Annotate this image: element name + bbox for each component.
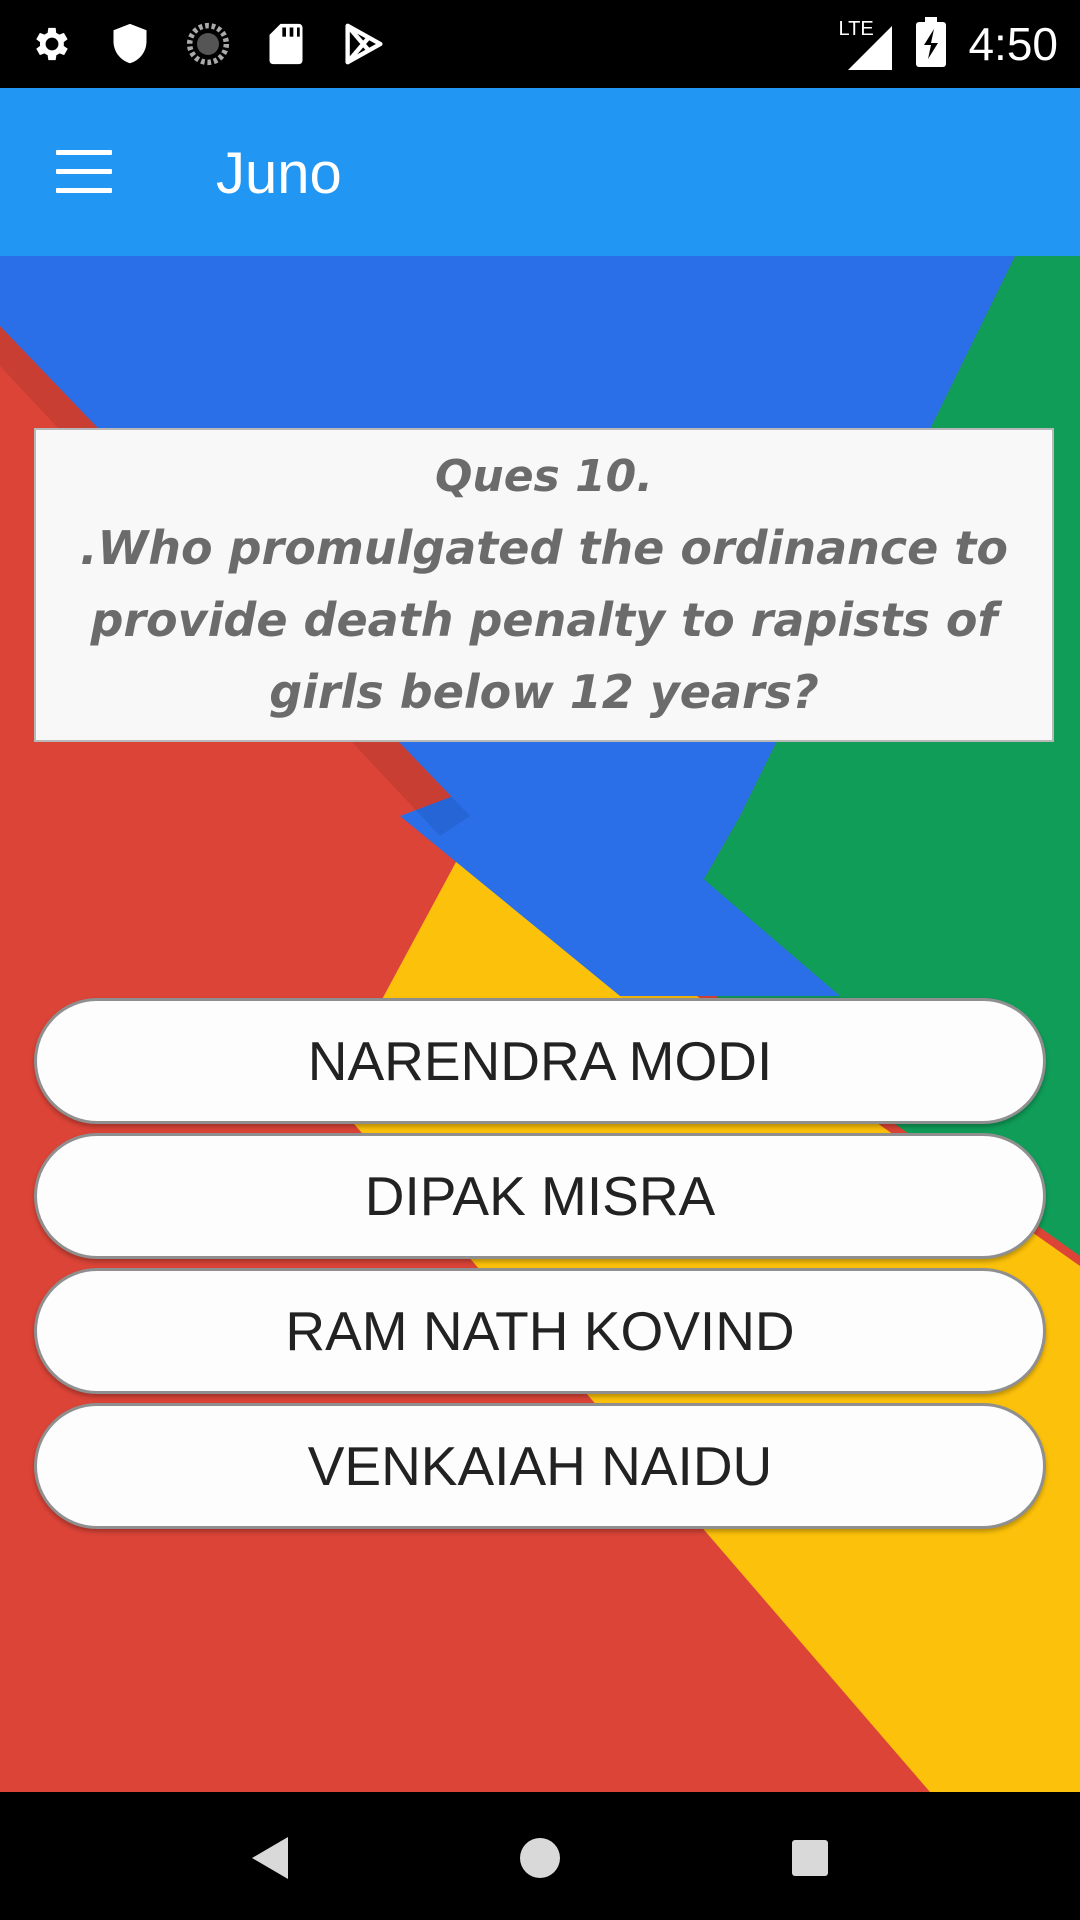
sync-icon: [186, 22, 230, 66]
option-button-3[interactable]: RAM NATH KOVIND: [34, 1268, 1046, 1394]
option-button-1[interactable]: NARENDRA MODI: [34, 998, 1046, 1124]
recents-icon[interactable]: [778, 1826, 842, 1890]
quiz-screen: Ques 10. .Who promulgated the ordinance …: [0, 256, 1080, 1792]
settings-icon: [30, 22, 74, 66]
question-text: .Who promulgated the ordinance to provid…: [80, 521, 1008, 719]
question-card: Ques 10. .Who promulgated the ordinance …: [34, 428, 1054, 742]
app-title: Juno: [216, 141, 342, 206]
status-bar: LTE 4:50: [0, 0, 1080, 88]
play-store-icon: [342, 22, 386, 66]
option-button-4[interactable]: VENKAIAH NAIDU: [34, 1403, 1046, 1529]
home-icon[interactable]: [508, 1826, 572, 1890]
hamburger-menu-icon[interactable]: [56, 150, 112, 194]
battery-charging-icon: [916, 16, 947, 72]
clock: 4:50: [968, 18, 1058, 70]
navigation-bar: [0, 1792, 1080, 1920]
back-icon[interactable]: [238, 1826, 302, 1890]
question-number: Ques 10.: [434, 451, 654, 502]
app-bar: Juno: [0, 88, 1080, 256]
signal-icon: LTE: [838, 14, 894, 74]
shield-icon: [108, 22, 152, 66]
option-button-2[interactable]: DIPAK MISRA: [34, 1133, 1046, 1259]
sd-card-icon: [264, 22, 308, 66]
